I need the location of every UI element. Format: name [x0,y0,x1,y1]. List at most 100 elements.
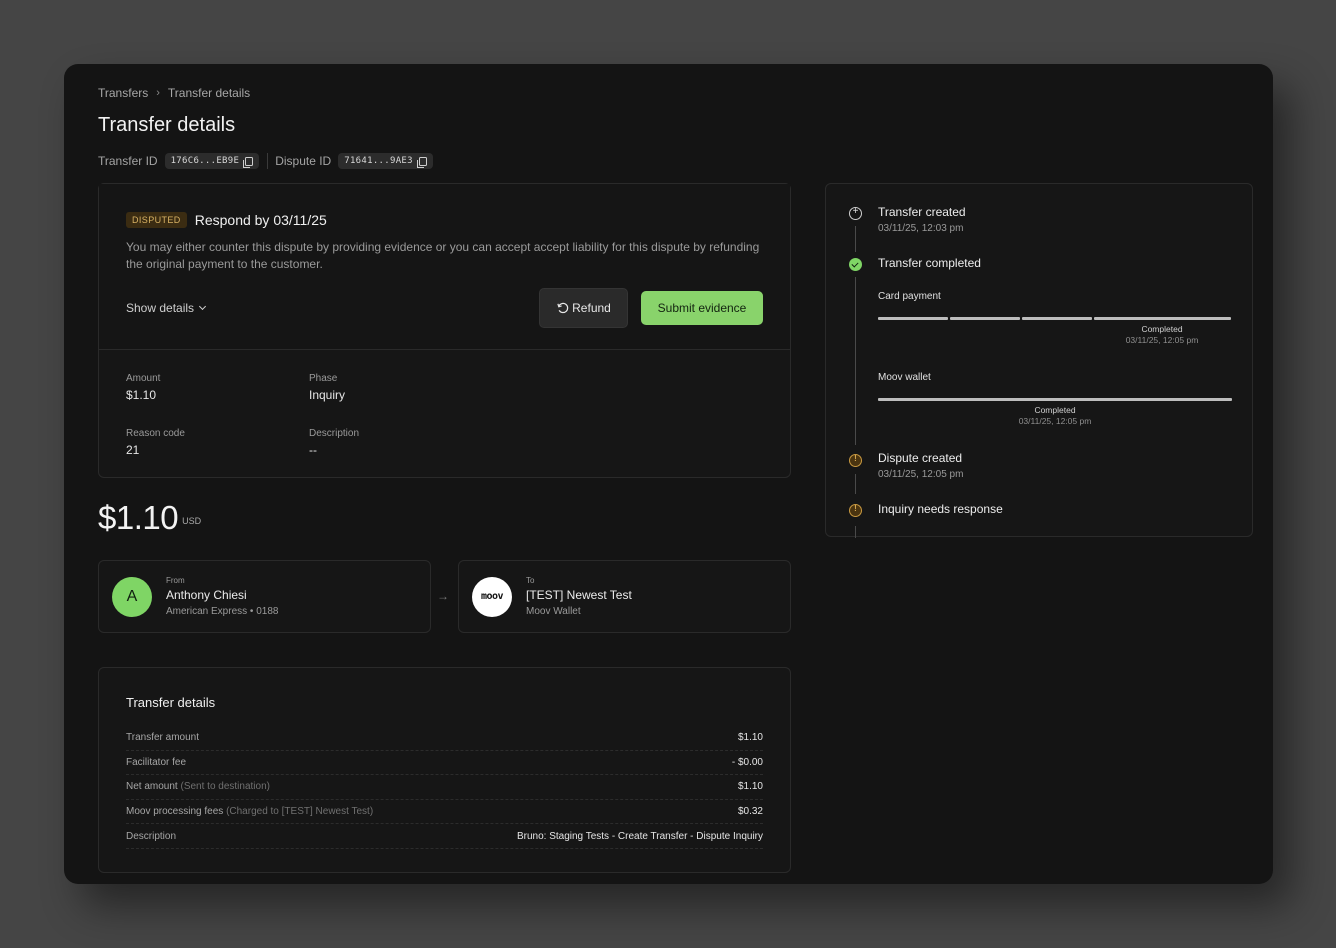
show-details-toggle[interactable]: Show details [126,301,207,315]
source-name: Anthony Chiesi [166,588,247,602]
card-payment-caption: Completed 03/11/25, 12:05 pm [1094,324,1230,346]
timeline-completed-title: Transfer completed [878,256,981,270]
dispute-summary: DISPUTED Respond by 03/11/25 You may eit… [99,184,790,350]
phase-label: Phase [309,373,338,384]
breadcrumb: Transfers › Transfer details [98,86,250,100]
refund-button[interactable]: Refund [539,288,628,328]
destination-method: Moov Wallet [526,606,581,617]
warning-circle-icon [849,454,862,467]
timeline-inquiry-title: Inquiry needs response [878,502,1003,516]
table-row: Description Bruno: Staging Tests - Creat… [126,824,763,849]
timeline-connector [855,226,856,252]
transfer-id-label: Transfer ID [98,154,158,168]
divider [267,153,269,169]
transfer-id-value: 176C6...EB9E [170,156,240,166]
row-value: Bruno: Staging Tests - Create Transfer -… [516,830,763,842]
progress-segment [878,317,948,320]
progress-segment [1094,317,1231,320]
source-method: American Express • 0188 [166,606,279,617]
reason-code-value: 21 [126,443,140,457]
progress-segment [1022,317,1092,320]
timeline-dispute-title: Dispute created [878,451,963,465]
progress-segment [950,317,1020,320]
plus-circle-icon [849,206,862,220]
transfer-amount-value: $1.10 [98,499,179,536]
moov-wallet-caption: Completed 03/11/25, 12:05 pm [878,405,1232,427]
show-details-label: Show details [126,301,195,315]
id-row: Transfer ID 176C6...EB9E Dispute ID 7164… [98,153,433,169]
check-circle-icon [849,258,862,271]
row-label: Moov processing fees [126,806,224,818]
row-note: (Sent to destination) [180,781,270,793]
copy-icon[interactable] [416,156,427,168]
timeline-connector [855,277,856,445]
arrow-right-icon: → [437,589,449,603]
moov-logo: moov [472,576,512,617]
timeline-created-time: 03/11/25, 12:03 pm [878,223,964,234]
card-payment-label: Card payment [878,291,941,302]
page-title: Transfer details [98,114,236,136]
transfer-amount-currency: USD [182,516,202,526]
avatar: A [112,576,152,617]
transfer-amount: $1.10 USD [98,499,201,537]
table-row: Moov processing fees (Charged to [TEST] … [126,800,763,825]
destination-name: [TEST] Newest Test [526,588,632,602]
transfer-details-card: Transfer details Transfer amount $1.10 F… [98,667,791,873]
submit-evidence-button[interactable]: Submit evidence [641,291,763,325]
timeline-dispute-time: 03/11/25, 12:05 pm [878,469,964,480]
row-label: Net amount [126,781,178,793]
dispute-id-chip[interactable]: 71641...9AE3 [338,153,433,169]
copy-icon[interactable] [243,156,254,168]
transfer-details-title: Transfer details [126,695,216,710]
row-label: Transfer amount [126,732,199,744]
moov-wallet-label: Moov wallet [878,372,931,383]
transfer-id-chip[interactable]: 176C6...EB9E [164,153,260,169]
dispute-id-label: Dispute ID [275,154,332,168]
card-payment-progress [878,317,1231,320]
to-label: To [526,576,535,585]
from-label: From [166,576,185,585]
table-row: Transfer amount $1.10 [126,726,763,751]
table-row: Facilitator fee - $0.00 [126,751,763,776]
card-payment-time: 03/11/25, 12:05 pm [1125,335,1199,345]
table-row: Net amount (Sent to destination) $1.10 [126,775,763,800]
card-payment-status: Completed [1141,324,1183,334]
moov-wallet-progress [878,398,1232,401]
reason-code-label: Reason code [126,428,185,439]
row-note: (Charged to [TEST] Newest Test) [226,806,374,818]
chevron-down-icon [199,302,207,311]
status-badge: DISPUTED [126,212,187,228]
row-value: - $0.00 [731,756,763,768]
app-window: Transfers › Transfer details Transfer de… [64,64,1273,884]
chevron-right-icon: › [156,87,160,99]
row-value: $0.32 [737,806,763,818]
row-value: $1.10 [737,732,763,744]
moov-wallet-status: Completed [1034,405,1076,415]
dispute-id-value: 71641...9AE3 [344,156,413,166]
source-party[interactable]: A From Anthony Chiesi American Express •… [98,560,431,633]
respond-by: Respond by 03/11/25 [194,212,327,228]
timeline-card: Transfer created 03/11/25, 12:03 pm Tran… [825,183,1253,538]
timeline-created-title: Transfer created [878,205,966,219]
row-label: Description [126,830,177,842]
moov-wallet-time: 03/11/25, 12:05 pm [1018,416,1092,426]
refund-icon [557,302,569,314]
amount-label: Amount [126,373,161,384]
progress-segment [878,398,1232,401]
description-value: -- [309,443,317,457]
timeline-connector [855,526,856,538]
timeline-connector [855,474,856,494]
breadcrumb-current: Transfer details [167,86,251,100]
amount-value: $1.10 [126,388,157,402]
refund-label: Refund [572,301,611,315]
dispute-description: You may either counter this dispute by p… [126,240,760,271]
row-label: Facilitator fee [126,756,187,768]
destination-party[interactable]: moov To [TEST] Newest Test Moov Wallet [458,560,791,633]
description-label: Description [309,428,360,439]
breadcrumb-transfers-link[interactable]: Transfers [98,86,148,100]
phase-value: Inquiry [309,388,346,402]
dispute-meta: Amount $1.10 Phase Inquiry Reason code 2… [99,350,790,480]
dispute-card: DISPUTED Respond by 03/11/25 You may eit… [98,183,791,478]
warning-circle-icon [849,504,862,517]
row-value: $1.10 [737,781,763,793]
